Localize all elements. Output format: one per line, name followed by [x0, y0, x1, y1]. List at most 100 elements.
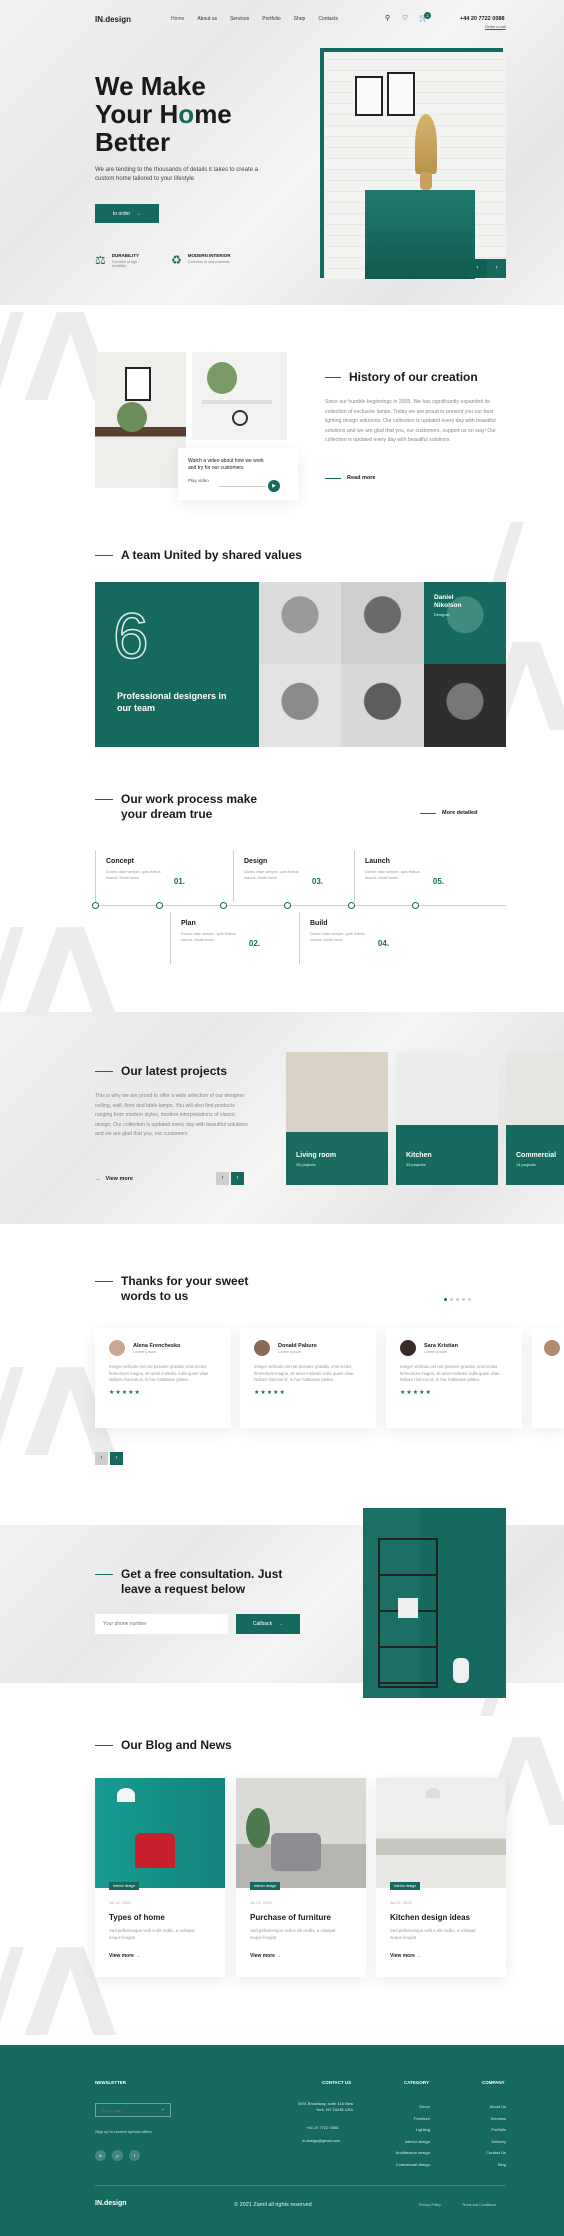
- slider-dot[interactable]: [468, 1298, 471, 1301]
- category-link[interactable]: Decor: [370, 2101, 430, 2113]
- social-links: in p f: [95, 2150, 140, 2161]
- pinterest-icon[interactable]: p: [112, 2150, 123, 2161]
- process-step-title: Plan: [181, 920, 196, 927]
- blog-date: Jul 22, 2020: [109, 1900, 131, 1905]
- blog-desc: Sed pellentesque velit a elit mollis, a …: [250, 1928, 336, 1940]
- blog-post-title: Kitchen design ideas: [390, 1913, 471, 1922]
- order-call-link[interactable]: Order a call: [485, 24, 506, 29]
- footer-logo[interactable]: IN.design: [95, 2200, 127, 2207]
- projects-title-text: Our latest projects: [121, 1064, 228, 1078]
- feature-durability: ⚖ DURABILITY Furniture of high durability: [95, 253, 152, 268]
- contact-title: CONTACT US: [322, 2080, 352, 2085]
- nav-shop[interactable]: Shop: [294, 16, 306, 22]
- blog-view-more[interactable]: View more →: [109, 1953, 140, 1959]
- company-link[interactable]: Contact Us: [450, 2147, 506, 2159]
- category-link[interactable]: Furniture: [370, 2113, 430, 2125]
- nav-home[interactable]: Home: [171, 16, 184, 22]
- read-more-link[interactable]: Read more: [325, 475, 375, 481]
- callback-button[interactable]: Callback →: [236, 1614, 300, 1634]
- slider-dot[interactable]: [456, 1298, 459, 1301]
- process-step-desc: Donec vitae semper, quis finibus mauris.…: [244, 870, 299, 880]
- history-image-1: [95, 352, 186, 488]
- company-link[interactable]: Delivery: [450, 2136, 506, 2148]
- projects-next-button[interactable]: ›: [231, 1172, 244, 1185]
- video-card: Watch a video about how we work and try …: [178, 448, 298, 500]
- company-link[interactable]: About Us: [450, 2101, 506, 2113]
- projects-text: This is why we are proud to offer a wide…: [95, 1093, 248, 1137]
- category-link[interactable]: Architecture design: [370, 2147, 430, 2159]
- team-count: 6: [112, 600, 149, 672]
- blog-view-more[interactable]: View more →: [390, 1953, 421, 1959]
- arrow-right-icon[interactable]: →: [160, 2106, 165, 2112]
- video-title: Watch a video about how we work and try …: [188, 458, 264, 471]
- category-link[interactable]: Lighting: [370, 2124, 430, 2136]
- feature-modern: ♻ MODERN INTERIOR Collection of new mater…: [171, 253, 231, 267]
- blog-card[interactable]: Interior design Jul 22, 2020 Purchase of…: [236, 1778, 366, 1977]
- contact-phone[interactable]: +44 20 7722 0088: [306, 2125, 338, 2130]
- arrow-right-icon: →: [416, 1953, 422, 1959]
- more-detailed-link[interactable]: More detailed: [420, 810, 477, 816]
- nav-contacts[interactable]: Contacts: [318, 16, 338, 22]
- facebook-icon[interactable]: f: [129, 2150, 140, 2161]
- hero-title-o: o: [178, 99, 195, 129]
- plant: [207, 362, 237, 394]
- order-button[interactable]: to order →: [95, 204, 159, 223]
- project-card-living[interactable]: Living room 26 projects: [286, 1052, 388, 1185]
- arrow-right-icon: →: [278, 1621, 284, 1627]
- logo[interactable]: IN.design: [95, 15, 131, 24]
- header-phone[interactable]: +44 20 7722 0088: [460, 16, 505, 22]
- callback-label: Callback: [252, 1621, 273, 1627]
- company-link[interactable]: Portfolio: [450, 2124, 506, 2136]
- blog-card[interactable]: Interior design Jul 22, 2020 Types of ho…: [95, 1778, 225, 1977]
- process-title-text: Our work process make your dream true: [121, 792, 258, 821]
- company-link[interactable]: Services: [450, 2113, 506, 2125]
- contact-email[interactable]: in.design@gmail.com: [302, 2138, 340, 2143]
- category-list: Decor Furniture Lighting Interior design…: [370, 2101, 430, 2170]
- instagram-icon[interactable]: in: [95, 2150, 106, 2161]
- category-link[interactable]: Commercial design: [370, 2159, 430, 2171]
- team-photo-featured[interactable]: Daniel Nikolson Designer: [424, 582, 506, 664]
- company-link[interactable]: Blog: [450, 2159, 506, 2171]
- phone-input[interactable]: [95, 1614, 228, 1634]
- hero-title-line3: Better: [95, 127, 171, 157]
- view-more-link[interactable]: → View more: [95, 1176, 133, 1182]
- nav-about[interactable]: About us: [197, 16, 217, 22]
- consult-image: [363, 1508, 506, 1698]
- nav-services[interactable]: Services: [230, 16, 249, 22]
- project-card-commercial[interactable]: Commercial 14 projects: [506, 1052, 564, 1185]
- hero-prev-button[interactable]: ‹: [468, 259, 487, 278]
- nav-portfolio[interactable]: Portfolio: [262, 16, 280, 22]
- projects-prev-button[interactable]: ‹: [216, 1172, 229, 1185]
- testimonials-prev-button[interactable]: ‹: [95, 1452, 108, 1465]
- process-step-title: Design: [244, 858, 268, 865]
- blog-view-more[interactable]: View more →: [250, 1953, 281, 1959]
- title-dash: [95, 1744, 113, 1746]
- slider-dot[interactable]: [450, 1298, 453, 1301]
- category-link[interactable]: Interior design: [370, 2136, 430, 2148]
- hero-next-button[interactable]: ›: [487, 259, 506, 278]
- slider-dot[interactable]: [462, 1298, 465, 1301]
- testimonials-next-button[interactable]: ›: [110, 1452, 123, 1465]
- hero-subtitle: We are tending to the thousands of detai…: [95, 167, 258, 182]
- project-card-kitchen[interactable]: Kitchen 35 projects: [396, 1052, 498, 1185]
- avatar: [544, 1340, 560, 1356]
- hero-image: [325, 54, 506, 279]
- hero-title-line1: We Make: [95, 71, 206, 101]
- slider-dots: [444, 1298, 471, 1301]
- company-list: About Us Services Portfolio Delivery Con…: [450, 2101, 506, 2170]
- process-step-desc: Donec vitae semper, quis finibus mauris.…: [106, 870, 161, 880]
- heart-icon[interactable]: ♡: [402, 14, 408, 22]
- cart-count-badge: 2: [424, 12, 431, 19]
- review-text: Integer vehicula vel nisi posuere gravid…: [109, 1364, 210, 1382]
- slider-dot[interactable]: [444, 1298, 447, 1301]
- blog-card[interactable]: Interior design Jul 22, 2020 Kitchen des…: [376, 1778, 506, 1977]
- shelf: [202, 400, 272, 404]
- process-step-number: 03.: [311, 877, 323, 886]
- search-icon[interactable]: ⚲: [385, 14, 390, 22]
- terms-link[interactable]: Terms and Conditions: [462, 2203, 496, 2207]
- featured-name: Daniel Nikolson: [434, 594, 462, 609]
- clock: [232, 410, 248, 426]
- play-button[interactable]: ▶: [268, 480, 280, 492]
- footer-divider: [95, 2185, 506, 2186]
- privacy-link[interactable]: Privacy Policy: [419, 2203, 441, 2207]
